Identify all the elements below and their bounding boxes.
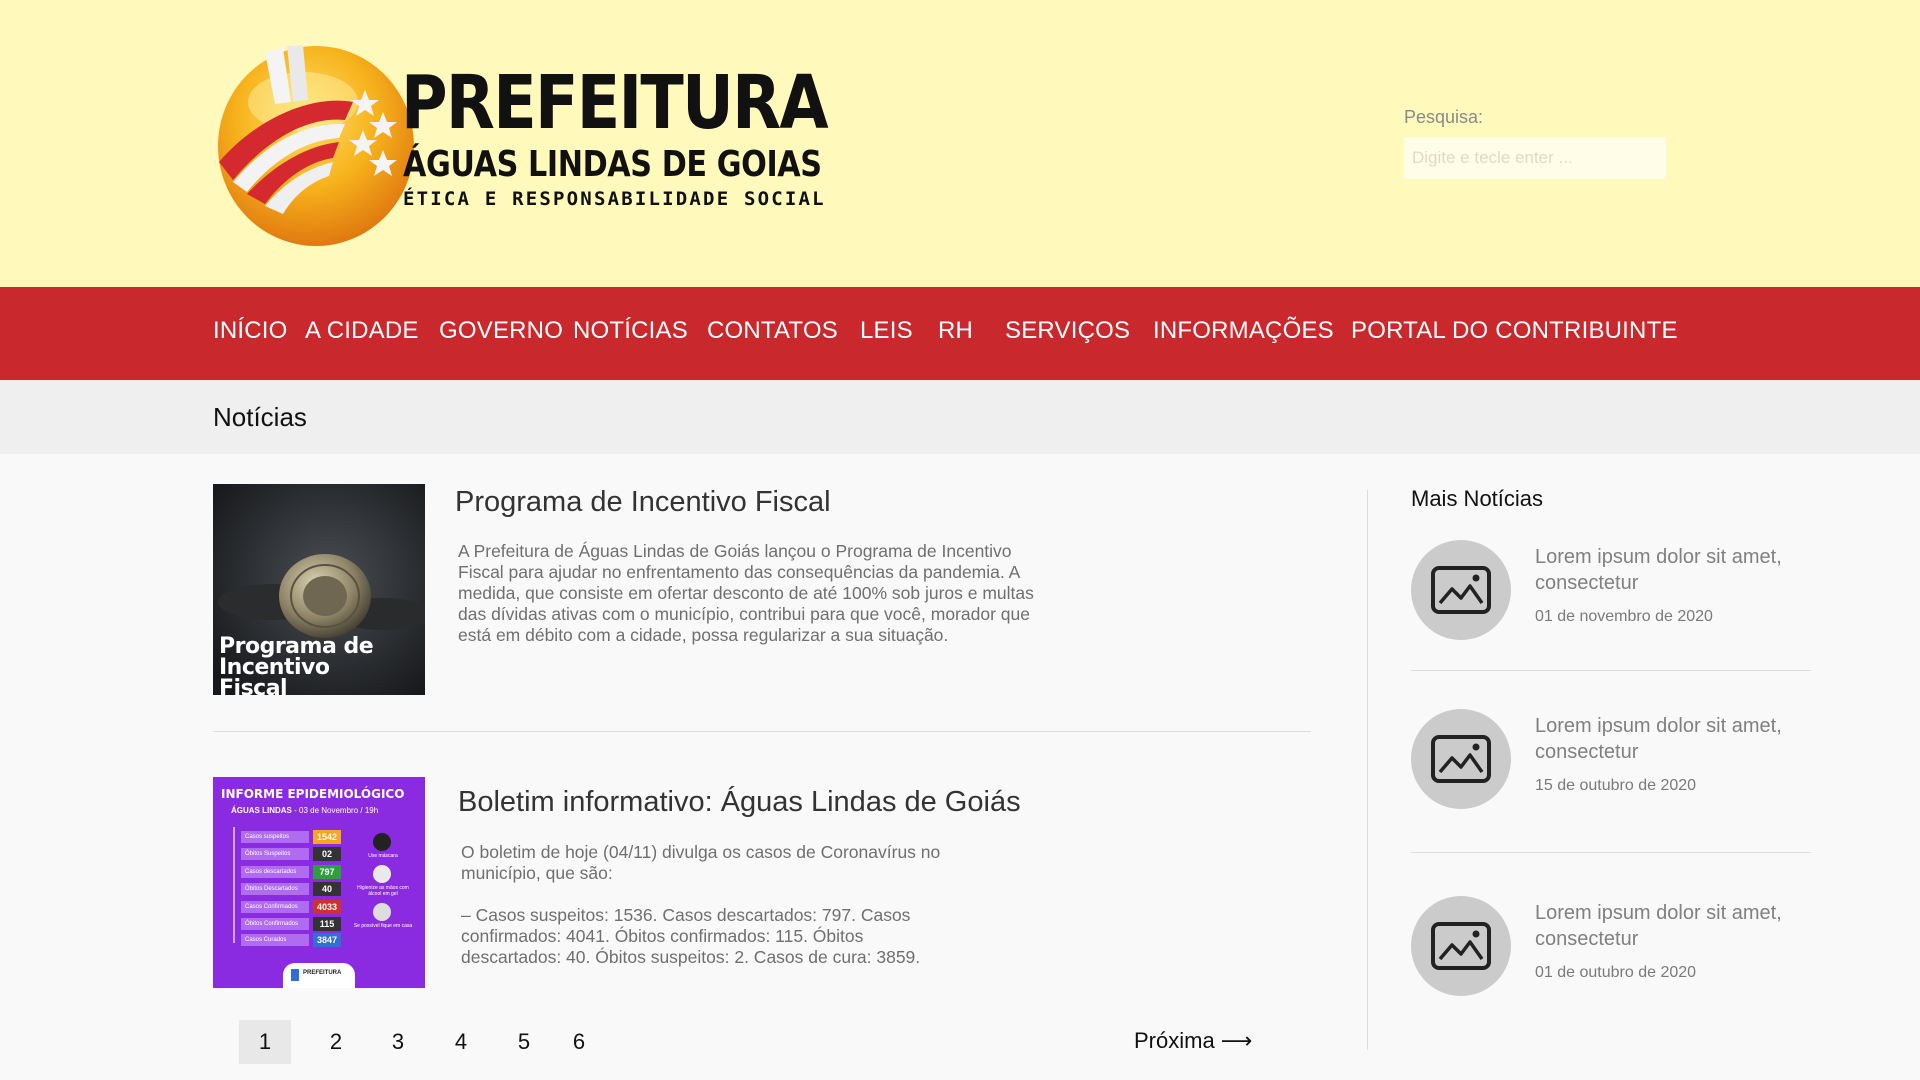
house-icon	[373, 903, 391, 921]
nav-item-noticias[interactable]: NOTÍCIAS	[573, 317, 688, 345]
infographic-heading: INFORME EPIDEMIOLÓGICO	[221, 787, 405, 801]
sidebar-news-title: Lorem ipsum dolor sit amet, consectetur	[1535, 715, 1782, 763]
infographic-tip: Higienize as mãos com álcool em gel	[357, 885, 409, 897]
infographic-row-label: Casos Curados	[241, 934, 309, 946]
page-button-1[interactable]: 1	[239, 1020, 291, 1064]
infographic-connector	[233, 827, 235, 943]
thumbnail-caption: Programa de Incentivo Fiscal	[219, 634, 374, 696]
image-placeholder-icon	[1411, 540, 1511, 640]
infographic-row-value: 40	[313, 882, 341, 896]
infographic-row-value: 115	[313, 917, 341, 931]
page-button-2[interactable]: 2	[310, 1020, 362, 1064]
nav-item-a-cidade[interactable]: A CIDADE	[305, 317, 419, 345]
sidebar-news-title: Lorem ipsum dolor sit amet, consectetur	[1535, 902, 1782, 950]
mask-icon	[373, 833, 391, 851]
infographic-row-value: 3847	[313, 933, 341, 947]
sidebar-news-date: 15 de outubro de 2020	[1535, 777, 1697, 794]
article-excerpt: O boletim de hoje (04/11) divulga os cas…	[461, 842, 941, 883]
next-page-link[interactable]: Próxima ⟶	[1134, 1028, 1252, 1054]
article-excerpt-details: – Casos suspeitos: 1536. Casos descartad…	[461, 905, 921, 967]
page-title: Notícias	[213, 402, 307, 432]
infographic-row-value: 02	[313, 847, 341, 861]
infographic-footer-badge: PREFEITURA	[283, 963, 355, 988]
infographic-tip: Use máscara	[368, 853, 398, 859]
site-header: PREFEITURA ÁGUAS LINDAS DE GOIAS ÉTICA E…	[0, 0, 1920, 287]
nav-item-leis[interactable]: LEIS	[860, 317, 913, 345]
article-title[interactable]: Programa de Incentivo Fiscal	[455, 486, 831, 519]
nav-item-inicio[interactable]: INÍCIO	[213, 317, 288, 345]
infographic-row-value: 4033	[313, 900, 341, 914]
logo-subtitle: ÁGUAS LINDAS DE GOIAS	[403, 144, 822, 185]
page-button-5[interactable]: 5	[498, 1020, 550, 1064]
article-thumbnail[interactable]: Programa de Incentivo Fiscal	[213, 484, 425, 695]
sidebar-news-date: 01 de novembro de 2020	[1535, 608, 1713, 625]
infographic-row-value: 797	[313, 865, 341, 879]
search-input[interactable]	[1404, 137, 1666, 179]
sidebar-separator	[1411, 670, 1811, 671]
infographic-date: - 03 de Novembro / 19h	[294, 806, 379, 815]
sidebar-title: Mais Notícias	[1411, 486, 1544, 511]
main-nav: INÍCIO A CIDADE GOVERNO NOTÍCIAS CONTATO…	[0, 287, 1920, 380]
sidebar-divider	[1367, 490, 1368, 1050]
nav-item-servicos[interactable]: SERVIÇOS	[1005, 317, 1130, 345]
nav-item-portal-do-contribuinte[interactable]: PORTAL DO CONTRIBUINTE	[1351, 317, 1678, 345]
article-divider	[213, 731, 1311, 732]
article-title[interactable]: Boletim informativo: Águas Lindas de Goi…	[458, 786, 1021, 819]
page-title-band: Notícias	[0, 380, 1920, 454]
infographic-city: ÁGUAS LINDAS	[231, 806, 292, 815]
image-placeholder-icon	[1411, 896, 1511, 996]
page-button-4[interactable]: 4	[435, 1020, 487, 1064]
article-excerpt: A Prefeitura de Águas Lindas de Goiás la…	[458, 541, 1034, 645]
nav-item-informacoes[interactable]: INFORMAÇÕES	[1153, 317, 1334, 345]
sidebar-news-title: Lorem ipsum dolor sit amet, consectetur	[1535, 546, 1782, 594]
site-logo[interactable]: PREFEITURA ÁGUAS LINDAS DE GOIAS ÉTICA E…	[213, 42, 829, 247]
page-button-6[interactable]: 6	[553, 1020, 605, 1064]
infographic-row-label: Óbitos Descartados	[241, 883, 309, 895]
infographic-row-label: Casos suspeitos	[241, 831, 309, 843]
infographic-row-label: Casos descartados	[241, 866, 309, 878]
sidebar-separator	[1411, 852, 1811, 853]
infographic-row-label: Casos Confirmados	[241, 901, 309, 913]
sidebar-news-date: 01 de outubro de 2020	[1535, 964, 1697, 981]
infographic-row-label: Óbitos Suspeitos	[241, 848, 309, 860]
logo-title: PREFEITURA	[401, 60, 829, 146]
search-label: Pesquisa:	[1404, 107, 1484, 127]
infographic-row-value: 1542	[313, 830, 341, 844]
page-button-3[interactable]: 3	[372, 1020, 424, 1064]
hands-icon	[373, 865, 391, 883]
image-placeholder-icon	[1411, 709, 1511, 809]
infographic-subheading: ÁGUAS LINDAS - 03 de Novembro / 19h	[231, 806, 378, 815]
infographic-tip: Se possível fique em casa	[353, 923, 413, 929]
infographic-row-label: Óbitos Confirmados	[241, 918, 309, 930]
article-thumbnail[interactable]: INFORME EPIDEMIOLÓGICO ÁGUAS LINDAS - 03…	[213, 777, 425, 988]
nav-item-rh[interactable]: RH	[938, 317, 973, 345]
nav-item-governo[interactable]: GOVERNO	[439, 317, 563, 345]
prefeitura-crest-icon	[291, 969, 299, 981]
logo-tagline: ÉTICA E RESPONSABILIDADE SOCIAL	[403, 188, 826, 210]
logo-emblem-icon	[218, 45, 414, 246]
nav-item-contatos[interactable]: CONTATOS	[707, 317, 838, 345]
infographic-footer: PREFEITURA	[303, 970, 342, 976]
